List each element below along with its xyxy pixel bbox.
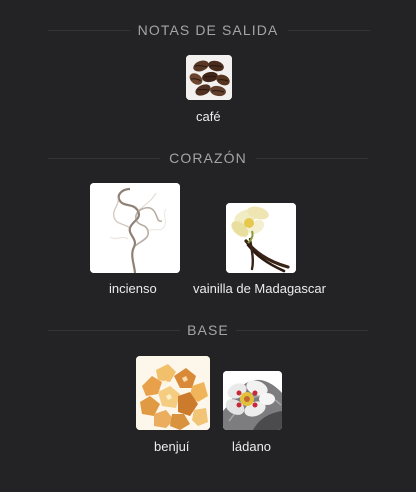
coffee-beans-icon[interactable] [186, 55, 232, 100]
divider-right [236, 330, 368, 331]
incense-smoke-icon[interactable] [90, 183, 180, 273]
note-label: incienso [109, 281, 157, 296]
note-label: benjuí [154, 439, 190, 454]
section-header-base-notes: BASE [0, 320, 416, 340]
note-label: vainilla de Madagascar [193, 281, 326, 296]
vanilla-flower-icon[interactable] [226, 203, 296, 273]
section-header-top-notes: NOTAS DE SALIDA [0, 20, 416, 40]
benzoin-resin-icon[interactable] [136, 356, 210, 430]
note-label: ládano [232, 439, 272, 454]
divider-right [256, 158, 368, 159]
labdanum-flower-icon[interactable] [223, 371, 282, 430]
section-header-heart-notes: CORAZÓN [0, 148, 416, 168]
divider-right [288, 30, 370, 31]
note-label: café [196, 109, 221, 124]
